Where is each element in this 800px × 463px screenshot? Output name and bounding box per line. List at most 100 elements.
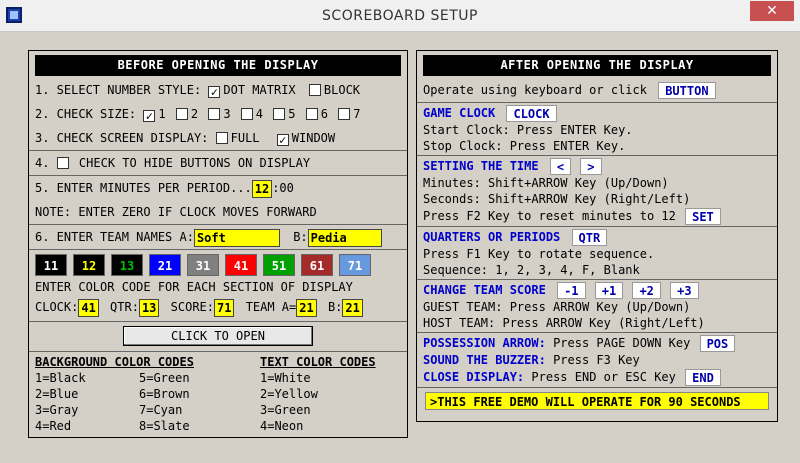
guest-help: GUEST TEAM: Press ARROW Key (Up/Down) <box>423 300 691 314</box>
team-b-color-input[interactable]: 21 <box>342 298 363 317</box>
color-swatch: 13 <box>111 254 143 276</box>
color-section: 11 12 13 21 31 41 51 61 71 ENTER COLOR CODE FOR … <box>29 250 407 322</box>
team-score-title: CHANGE TEAM SCORE <box>423 283 546 297</box>
full-label: FULL <box>230 131 260 145</box>
dot-matrix-checkbox[interactable]: ✓ <box>208 86 221 98</box>
time-right-button[interactable]: > <box>580 158 602 175</box>
score-plus1-button[interactable]: +1 <box>594 282 624 299</box>
color-swatch: 31 <box>187 254 219 276</box>
background-codes: BACKGROUND COLOR CODES 1=Black 2=Blue 3=… <box>35 354 260 434</box>
team-names-row: 6. ENTER TEAM NAMES A: Soft B: Pedia <box>29 225 407 249</box>
qtr-button[interactable]: QTR <box>571 229 608 246</box>
clock-color-input[interactable]: 41 <box>78 298 99 317</box>
team-b-color-label: B: <box>327 300 343 314</box>
pos-button[interactable]: POS <box>699 335 736 352</box>
bg-code: 2=Blue <box>35 387 79 401</box>
size-2-checkbox[interactable] <box>175 108 188 120</box>
team-a-color-input[interactable]: 21 <box>296 298 317 317</box>
minutes-suffix: :00 <box>272 181 294 195</box>
color-swatch: 11 <box>35 254 67 276</box>
full-checkbox[interactable] <box>215 132 228 144</box>
operate-text: Operate using keyboard or click <box>423 83 647 97</box>
bg-code: 4=Red <box>35 419 72 433</box>
color-swatch: 51 <box>263 254 295 276</box>
text-code: 3=Green <box>260 403 311 417</box>
number-style-row: 1. SELECT NUMBER STYLE: ✓ DOT MATRIX BLOC… <box>29 78 407 102</box>
score-plus2-button[interactable]: +2 <box>632 282 661 299</box>
window-label: WINDOW <box>291 131 336 145</box>
minutes-input[interactable]: 12 <box>251 179 273 198</box>
clock-color-label: CLOCK: <box>35 300 79 314</box>
clock-button[interactable]: CLOCK <box>506 105 557 122</box>
hide-buttons-checkbox[interactable] <box>56 157 69 169</box>
close-display-help: Press END or ESC Key <box>531 370 676 384</box>
close-button[interactable]: ✕ <box>750 1 794 21</box>
number-style-label: 1. SELECT NUMBER STYLE: <box>35 83 202 97</box>
size-label: 2. CHECK SIZE: <box>35 107 137 121</box>
window-checkbox[interactable]: ✓ <box>276 134 289 146</box>
minutes-row: 5. ENTER MINUTES PER PERIOD... 12:00 <box>29 176 407 200</box>
qtr-color-input[interactable]: 13 <box>138 298 160 317</box>
button-button[interactable]: BUTTON <box>658 82 716 99</box>
left-panel-header: BEFORE OPENING THE DISPLAY <box>35 55 401 76</box>
set-button[interactable]: SET <box>685 208 721 225</box>
demo-notice: >THIS FREE DEMO WILL OPERATE FOR 90 SECO… <box>425 392 769 410</box>
score-color-label: SCORE: <box>170 300 214 314</box>
bg-code: 7=Cyan <box>139 403 183 417</box>
game-clock-row: GAME CLOCK CLOCK <box>417 104 777 122</box>
host-help: HOST TEAM: Press ARROW Key (Right/Left) <box>423 316 705 330</box>
text-code: 1=White <box>260 371 311 385</box>
size-5-label: 5 <box>288 107 296 121</box>
bg-code: 3=Gray <box>35 403 79 417</box>
size-5-checkbox[interactable] <box>273 108 286 120</box>
start-clock-text: Start Clock: Press ENTER Key. <box>423 123 633 137</box>
text-code: 4=Neon <box>260 419 304 433</box>
score-minus1-button[interactable]: -1 <box>557 282 586 299</box>
score-plus3-button[interactable]: +3 <box>670 282 699 299</box>
size-7-checkbox[interactable] <box>338 108 351 120</box>
hide-row: 4. CHECK TO HIDE BUTTONS ON DISPLAY <box>29 151 407 175</box>
score-color-input[interactable]: 71 <box>214 298 235 317</box>
minutes-section: 5. ENTER MINUTES PER PERIOD... 12:00 NOTE… <box>29 176 407 225</box>
seconds-help: Seconds: Shift+ARROW Key (Right/Left) <box>423 192 691 206</box>
screen-label: 3. CHECK SCREEN DISPLAY: <box>35 131 209 145</box>
color-swatch: 12 <box>73 254 105 276</box>
color-codes: BACKGROUND COLOR CODES 1=Black 2=Blue 3=… <box>29 352 407 436</box>
text-codes: TEXT COLOR CODES 1=White 2=Yellow 3=Gree… <box>260 354 376 434</box>
size-3-checkbox[interactable] <box>208 108 221 120</box>
team-a-color-label: TEAM A= <box>245 300 297 314</box>
after-opening-panel: AFTER OPENING THE DISPLAY Operate using … <box>416 50 778 422</box>
size-1-checkbox[interactable]: ✓ <box>143 110 156 122</box>
minutes-label: 5. ENTER MINUTES PER PERIOD... <box>35 181 252 195</box>
team-score-section: CHANGE TEAM SCORE -1 +1 +2 +3 GUEST TEAM… <box>417 280 777 333</box>
bg-code: 6=Brown <box>139 387 190 401</box>
misc-controls-section: POSSESSION ARROW: Press PAGE DOWN Key PO… <box>417 333 777 388</box>
bg-code: 5=Green <box>139 371 190 385</box>
color-swatch: 41 <box>225 254 257 276</box>
open-section: CLICK TO OPEN <box>29 322 407 352</box>
qtr-color-label: QTR: <box>110 300 139 314</box>
text-code: 2=Yellow <box>260 387 318 401</box>
setting-time-title: SETTING THE TIME <box>423 159 539 173</box>
game-clock-section: GAME CLOCK CLOCK Start Clock: Press ENTE… <box>417 103 777 156</box>
team-b-input[interactable]: Pedia <box>307 228 382 247</box>
reset-row: Press F2 Key to reset minutes to 12 SET <box>417 207 777 225</box>
minutes-help: Minutes: Shift+ARROW Key (Up/Down) <box>423 176 669 190</box>
size-6-checkbox[interactable] <box>305 108 318 120</box>
size-4-checkbox[interactable] <box>240 108 253 120</box>
end-button[interactable]: END <box>685 369 721 386</box>
game-clock-title: GAME CLOCK <box>423 106 496 120</box>
setting-time-row: SETTING THE TIME < > <box>417 157 777 175</box>
bg-code: 8=Slate <box>139 419 190 433</box>
buzzer-title: SOUND THE BUZZER: <box>423 353 546 367</box>
size-4-label: 4 <box>255 107 264 121</box>
time-left-button[interactable]: < <box>549 158 572 175</box>
click-to-open-button[interactable]: CLICK TO OPEN <box>123 326 313 346</box>
block-checkbox[interactable] <box>308 84 321 96</box>
team-names-section: 6. ENTER TEAM NAMES A: Soft B: Pedia <box>29 225 407 250</box>
team-b-label: B: <box>293 230 308 244</box>
size-1-label: 1 <box>158 107 166 121</box>
hide-number: 4. <box>35 156 50 170</box>
team-a-input[interactable]: Soft <box>193 228 280 247</box>
rotate-help: Press F1 Key to rotate sequence. <box>423 247 655 261</box>
